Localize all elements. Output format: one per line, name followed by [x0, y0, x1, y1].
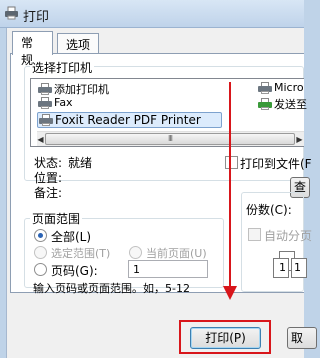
all-pages-radio[interactable]: [34, 229, 47, 242]
page-range-hint: 输入页码或页面范围。如，5-12: [33, 282, 190, 295]
current-page-radio[interactable]: [129, 246, 142, 259]
pages-label: 页码(G):: [51, 264, 98, 278]
printer-icon: [258, 81, 272, 94]
tab-options[interactable]: 选项: [57, 33, 99, 54]
annotation-arrow-head-icon: [223, 286, 237, 300]
printer-item-send-to[interactable]: 发送至: [258, 96, 307, 112]
printer-item-microsoft[interactable]: Micro: [258, 81, 304, 94]
printer-item-label: 添加打印机: [54, 83, 109, 96]
collate-checkbox[interactable]: [248, 228, 261, 241]
printer-list-scrollbar[interactable]: ◀ III ▶: [37, 131, 304, 146]
print-to-file-label: 打印到文件(F: [240, 157, 312, 171]
tab-general[interactable]: 常规: [12, 31, 53, 67]
pages-radio[interactable]: [34, 263, 47, 276]
copies-label: 份数(C):: [246, 203, 292, 217]
printer-item-label: Fax: [54, 96, 73, 109]
select-printer-legend: 选择打印机: [30, 59, 95, 76]
scroll-thumb[interactable]: III: [45, 133, 295, 145]
comment-label: 备注:: [34, 186, 63, 200]
pdf-printer-icon: [39, 114, 53, 126]
printer-item-label: Foxit Reader PDF Printer: [55, 113, 201, 127]
printer-check-icon: [258, 98, 272, 110]
print-button[interactable]: 打印(P): [190, 327, 261, 349]
window-title: 打印: [23, 10, 50, 25]
scroll-right-icon[interactable]: ▶: [294, 134, 305, 145]
current-page-label: 当前页面(U): [146, 247, 207, 260]
selection-radio[interactable]: [34, 246, 47, 259]
cancel-button[interactable]: 取: [287, 327, 317, 349]
annotation-arrow-line: [229, 82, 231, 292]
printer-item-label: 发送至: [274, 98, 307, 111]
page-range-legend: 页面范围: [30, 210, 83, 227]
printer-item-fax[interactable]: Fax: [38, 96, 73, 109]
collate-page-front: 1: [273, 258, 289, 278]
selection-label: 选定范围(T): [51, 247, 111, 260]
status-value: 就绪: [68, 156, 93, 170]
printer-app-icon: [5, 6, 18, 20]
print-to-file-checkbox[interactable]: [225, 156, 238, 169]
collate-label: 自动分页: [264, 229, 313, 243]
pages-input[interactable]: 1: [128, 260, 208, 278]
printer-item-add[interactable]: 添加打印机: [38, 81, 109, 97]
collate-page-second: 1: [291, 258, 307, 278]
printer-item-label: Micro: [274, 81, 304, 94]
add-printer-icon: [38, 83, 52, 95]
fax-printer-icon: [38, 96, 52, 109]
printer-item-foxit[interactable]: Foxit Reader PDF Printer: [37, 112, 222, 128]
all-pages-label: 全部(L): [51, 230, 92, 244]
